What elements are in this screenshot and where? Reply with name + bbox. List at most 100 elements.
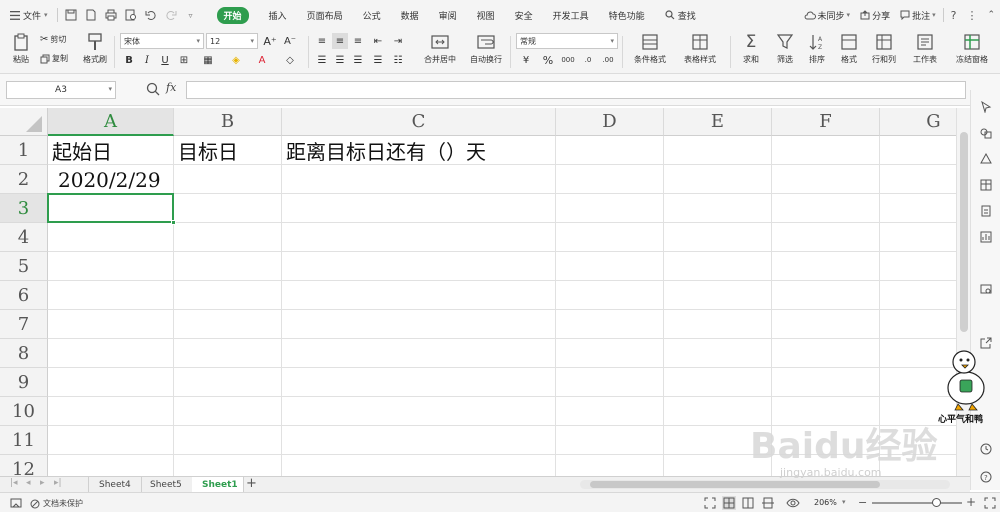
file-menu[interactable]: 文件 ▾ (0, 0, 54, 30)
align-right-icon[interactable]: ☰ (350, 52, 366, 68)
tab-data[interactable]: 数据 (391, 0, 429, 30)
collapse-ribbon-icon[interactable]: ⌃ (982, 0, 1000, 30)
column-header-a[interactable]: A (48, 108, 174, 136)
thousands-icon[interactable]: 000 (560, 52, 576, 68)
name-box[interactable]: A3 ▾ (6, 81, 116, 99)
scrollbar-thumb[interactable] (590, 481, 880, 488)
normal-view-icon[interactable] (722, 496, 736, 510)
increase-font-icon[interactable]: A⁺ (262, 33, 278, 49)
conditional-format-button[interactable]: 条件格式 (628, 32, 672, 65)
select-all-button[interactable] (0, 108, 48, 136)
merge-center-button[interactable]: 合并居中 (414, 32, 466, 65)
prev-sheet-icon[interactable]: ◂ (26, 478, 31, 488)
zoom-slider-handle[interactable] (932, 498, 941, 507)
align-middle-icon[interactable]: ≡ (332, 33, 348, 49)
row-header-5[interactable]: 5 (0, 252, 48, 281)
sheet-tab-sheet1[interactable]: Sheet1 (192, 477, 244, 493)
column-header-e[interactable]: E (664, 108, 772, 136)
row-header-3[interactable]: 3 (0, 194, 48, 223)
chevron-down-icon[interactable]: ▾ (842, 498, 846, 506)
tab-view[interactable]: 视图 (467, 0, 505, 30)
eye-protection-icon[interactable] (786, 497, 800, 509)
row-header-4[interactable]: 4 (0, 223, 48, 252)
table-style-button[interactable]: 表格样式 (676, 32, 724, 65)
document-protection-status[interactable]: 文档未保护 (30, 498, 83, 509)
scrollbar-thumb[interactable] (960, 132, 968, 332)
fill-handle[interactable] (171, 220, 176, 225)
indent-decrease-icon[interactable]: ⇤ (370, 33, 386, 49)
column-header-c[interactable]: C (282, 108, 556, 136)
fill-color-icon[interactable]: ◈ (228, 52, 244, 68)
cell-c1[interactable]: 距离目标日还有（）天 (282, 136, 486, 165)
row-header-8[interactable]: 8 (0, 339, 48, 368)
border-icon[interactable]: ⊞ (176, 52, 192, 68)
cell-b1[interactable]: 目标日 (174, 136, 238, 165)
tab-page-layout[interactable]: 页面布局 (297, 0, 353, 30)
export-pdf-icon[interactable] (82, 6, 100, 24)
backup-icon[interactable] (977, 202, 995, 220)
tab-insert[interactable]: 插入 (259, 0, 297, 30)
zoom-formula-icon[interactable] (146, 82, 160, 96)
fullscreen-icon[interactable] (704, 497, 716, 509)
fill-type-icon[interactable]: ▦ (200, 52, 216, 68)
zoom-in-icon[interactable]: + (966, 495, 976, 509)
font-name-select[interactable]: 宋体 ▾ (120, 33, 204, 49)
formula-input[interactable] (186, 81, 966, 99)
align-top-icon[interactable]: ≡ (314, 33, 330, 49)
maximize-icon[interactable] (984, 497, 996, 509)
last-sheet-icon[interactable]: ▸| (54, 478, 62, 488)
row-header-12[interactable]: 12 (0, 455, 48, 476)
cursor-icon[interactable] (977, 98, 995, 116)
horizontal-scrollbar[interactable] (580, 480, 950, 489)
filter-button[interactable]: 筛选 (770, 32, 800, 65)
clear-format-icon[interactable]: ◇ (282, 52, 298, 68)
justify-icon[interactable]: ☰ (370, 52, 386, 68)
first-sheet-icon[interactable]: |◂ (10, 478, 18, 488)
wrap-text-button[interactable]: 自动换行 (466, 32, 506, 65)
undo-icon[interactable] (142, 6, 160, 24)
tab-formulas[interactable]: 公式 (353, 0, 391, 30)
help-icon[interactable]: ? (946, 0, 962, 30)
sort-button[interactable]: AZ 排序 (802, 32, 832, 65)
align-center-icon[interactable]: ☰ (332, 52, 348, 68)
align-bottom-icon[interactable]: ≡ (350, 33, 366, 49)
image-icon[interactable] (977, 280, 995, 298)
sheet-tab-sheet4[interactable]: Sheet4 (88, 477, 142, 493)
decrease-font-icon[interactable]: A⁻ (282, 33, 298, 49)
column-header-f[interactable]: F (772, 108, 880, 136)
tab-review[interactable]: 审阅 (429, 0, 467, 30)
row-header-11[interactable]: 11 (0, 426, 48, 455)
row-header-1[interactable]: 1 (0, 136, 48, 165)
tab-security[interactable]: 安全 (505, 0, 543, 30)
chart-icon[interactable] (977, 228, 995, 246)
cut-button[interactable]: ✂ 剪切 (40, 34, 66, 45)
zoom-out-icon[interactable]: − (858, 496, 867, 509)
number-format-select[interactable]: 常规 ▾ (516, 33, 618, 49)
underline-icon[interactable]: U (157, 52, 173, 68)
font-size-select[interactable]: 12 ▾ (206, 33, 258, 49)
bold-icon[interactable]: B (121, 52, 137, 68)
paste-button[interactable]: 粘贴 (8, 32, 34, 65)
row-header-6[interactable]: 6 (0, 281, 48, 310)
tab-developer[interactable]: 开发工具 (543, 0, 599, 30)
page-break-view-icon[interactable] (742, 497, 754, 509)
row-header-7[interactable]: 7 (0, 310, 48, 339)
save-icon[interactable] (62, 6, 80, 24)
decrease-decimal-icon[interactable]: .00 (600, 52, 616, 68)
add-sheet-button[interactable]: + (246, 477, 257, 491)
sum-button[interactable]: Σ 求和 (736, 32, 766, 65)
customize-dropdown-icon[interactable]: ▿ (182, 6, 200, 24)
column-header-d[interactable]: D (556, 108, 664, 136)
history-icon[interactable] (977, 440, 995, 458)
zoom-slider[interactable] (872, 502, 962, 504)
style-icon[interactable] (977, 150, 995, 168)
share-button[interactable]: 分享 (855, 0, 895, 30)
cell-a2[interactable]: 2020/2/29 (48, 165, 161, 194)
redo-icon[interactable] (162, 6, 180, 24)
currency-icon[interactable]: ¥ (518, 52, 534, 68)
more-icon[interactable]: ⋮ (961, 0, 982, 30)
italic-icon[interactable]: I (139, 52, 155, 68)
format-painter-button[interactable]: 格式刷 (80, 32, 110, 65)
page-layout-view-icon[interactable] (762, 497, 774, 509)
share-out-icon[interactable] (977, 334, 995, 352)
